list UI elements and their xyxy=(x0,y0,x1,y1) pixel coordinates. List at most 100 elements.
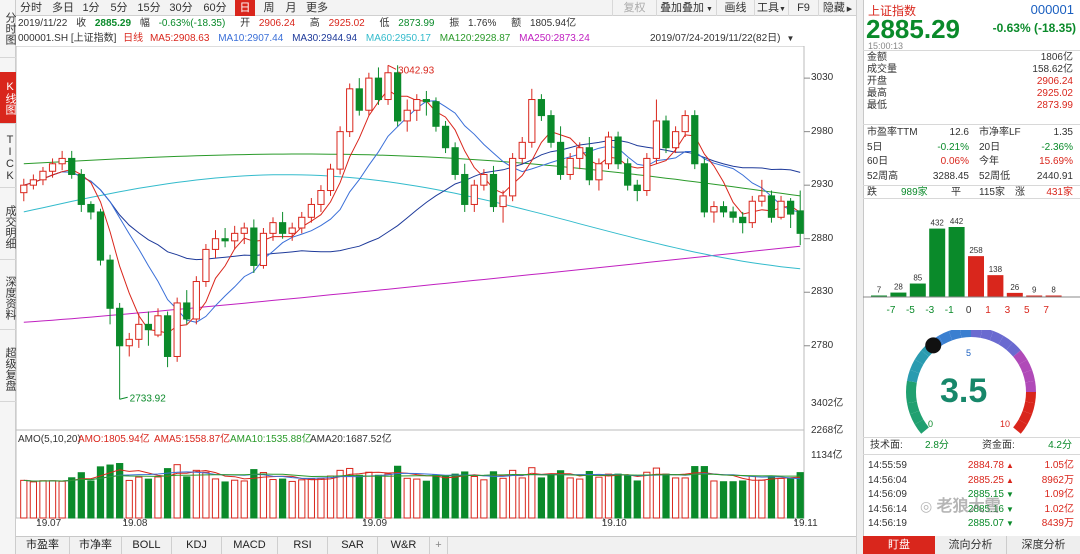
trade-row: 14:56:19 2885.07 ▼ 8439万 xyxy=(868,518,1078,530)
amo-bar xyxy=(125,479,133,519)
candle xyxy=(365,77,373,111)
candle xyxy=(298,216,306,229)
tab-flow[interactable]: 流向分析 xyxy=(935,536,1007,554)
tab-kdj[interactable]: KDJ xyxy=(172,537,222,554)
period-multiday[interactable]: 多日 xyxy=(50,0,76,16)
candle xyxy=(355,88,363,111)
tab-wr[interactable]: W&R xyxy=(378,537,430,554)
stat-label: 最高 xyxy=(867,88,887,99)
amo-bar xyxy=(135,476,143,519)
period-15min[interactable]: 15分 xyxy=(136,0,162,16)
amo-bar xyxy=(604,473,613,519)
period-1min[interactable]: 1分 xyxy=(80,0,102,16)
amo-bar xyxy=(298,479,306,519)
candle xyxy=(662,120,670,149)
tab-pb[interactable]: 市净率 xyxy=(70,537,122,554)
amo-bar xyxy=(317,477,325,519)
open-label: 开 xyxy=(240,18,251,29)
amo-bar xyxy=(183,476,191,519)
scrollbar[interactable] xyxy=(856,0,863,554)
amo-bar xyxy=(307,478,315,519)
period-5min[interactable]: 5分 xyxy=(108,0,130,16)
hide-button[interactable]: 隐藏 ▶ xyxy=(818,0,856,16)
stat-value: 12.6 xyxy=(949,127,969,138)
close-value: 2885.29 xyxy=(94,18,132,29)
candle xyxy=(461,173,469,205)
candle xyxy=(240,227,248,234)
period-week[interactable]: 周 xyxy=(260,0,278,16)
tab-sar[interactable]: SAR xyxy=(328,537,378,554)
add-tab-icon[interactable]: + xyxy=(430,537,448,554)
side-tab-kline[interactable]: K线图 xyxy=(0,72,16,124)
period-fenshi[interactable]: 分时 xyxy=(18,0,44,16)
period-month[interactable]: 月 xyxy=(282,0,300,16)
tab-rsi[interactable]: RSI xyxy=(278,537,328,554)
tab-macd[interactable]: MACD xyxy=(222,537,278,554)
side-tab-detail[interactable]: 成交明细 xyxy=(0,194,16,260)
period-day[interactable]: 日 xyxy=(235,0,255,16)
amo-bar xyxy=(537,477,546,519)
amo-bar xyxy=(451,473,459,519)
side-tab-replay[interactable]: 超级复盘 xyxy=(0,336,16,402)
stat-label: 52周低 xyxy=(979,170,1011,182)
amo-bar xyxy=(58,480,66,519)
ma120-line xyxy=(23,153,801,197)
candle xyxy=(652,120,661,159)
gauge-arc xyxy=(1018,410,1033,425)
tab-pe[interactable]: 市盈率 xyxy=(16,537,70,554)
side-tab-fenshi[interactable]: 分时图 xyxy=(0,0,16,58)
candle xyxy=(422,99,430,103)
ma10-value: MA10:2907.44 xyxy=(218,33,284,44)
period-more[interactable]: 更多 xyxy=(304,0,330,16)
side-tab-depth[interactable]: 深度资料 xyxy=(0,266,16,330)
amo-bar xyxy=(643,471,651,519)
amo-bar xyxy=(250,469,258,519)
arrow-down-icon: ▼ xyxy=(1006,519,1014,529)
period-60min[interactable]: 60分 xyxy=(202,0,228,16)
amo-bar xyxy=(365,471,373,519)
divider xyxy=(863,124,1080,125)
ma30-value: MA30:2944.94 xyxy=(292,33,358,44)
period-30min[interactable]: 30分 xyxy=(168,0,194,16)
gauge-arc xyxy=(960,330,972,338)
stat-label: 5日 xyxy=(867,141,883,153)
trade-time: 14:56:19 xyxy=(868,518,907,530)
gauge-max: 10 xyxy=(1000,419,1011,429)
gauge-min: 0 xyxy=(928,419,934,429)
amo-bar xyxy=(355,474,363,519)
tab-deep[interactable]: 深度分析 xyxy=(1007,536,1080,554)
candle xyxy=(106,259,114,309)
tech-score-value: 2.8分 xyxy=(925,440,949,451)
f9-button[interactable]: F9 xyxy=(788,0,818,16)
tab-watch[interactable]: 盯盘 xyxy=(863,536,935,554)
fund-score-label: 资金面: xyxy=(982,440,1015,451)
gauge-arc xyxy=(906,401,920,415)
stat-label: 最低 xyxy=(867,100,887,111)
tools-button[interactable]: 工具▼ xyxy=(754,0,788,16)
amo-legend-item: AMA20:1687.52亿 xyxy=(310,432,392,445)
dist-bar-label: 258 xyxy=(969,246,983,255)
candle xyxy=(585,147,593,181)
stat-value: 3288.45 xyxy=(932,170,969,182)
stat-pair-row: 60日 0.06% 今年 15.69% xyxy=(867,156,1077,168)
price-tick-label: 2930 xyxy=(811,179,834,191)
side-tab-tick[interactable]: TICK xyxy=(0,128,16,188)
stat-value: -0.21% xyxy=(937,141,969,153)
gauge-arc xyxy=(1025,391,1036,404)
amo-bar xyxy=(576,478,584,519)
amo-bar xyxy=(719,481,728,519)
draw-line-button[interactable]: 画线 xyxy=(716,0,754,16)
stat-label: 60日 xyxy=(867,156,889,167)
overlay-button[interactable]: 叠加叠加 ▼ xyxy=(656,0,716,16)
fuquan-button[interactable]: 复权 xyxy=(612,0,656,16)
candle xyxy=(77,173,85,205)
candle xyxy=(211,238,220,250)
tab-boll[interactable]: BOLL xyxy=(122,537,172,554)
candle xyxy=(269,222,277,234)
security-code: 000001.SH [上证指数] xyxy=(18,33,117,44)
amo-bar xyxy=(413,478,421,519)
kline-chart[interactable]: 3042.93 2733.92 AMO(5,10,20)AMO:1805.94亿 AM… xyxy=(16,46,856,536)
candle xyxy=(528,99,536,143)
caret-down-icon[interactable]: ▼ xyxy=(786,34,794,43)
stat-label: 成交量 xyxy=(867,64,897,75)
